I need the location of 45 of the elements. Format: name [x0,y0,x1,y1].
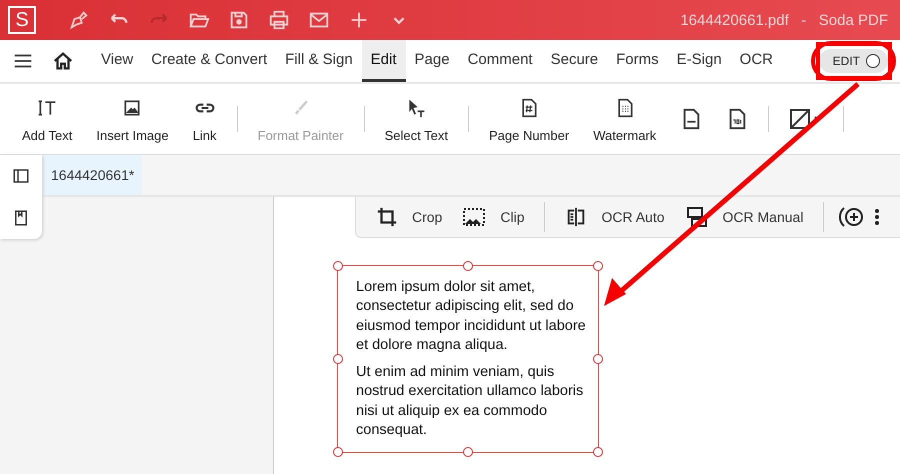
document-tab[interactable]: 1644420661* [43,155,142,195]
resize-handle[interactable] [593,354,603,364]
pen-icon[interactable] [68,9,90,31]
edit-toggle[interactable]: EDIT [818,49,888,73]
menu-tab[interactable]: Fill & Sign [276,40,362,82]
tool-button[interactable]: OCR Auto [559,205,671,229]
toolbar-button[interactable]: Add Text [12,96,82,142]
resize-handle[interactable] [333,261,343,271]
print-icon[interactable] [268,9,290,31]
panel-icon[interactable] [11,167,31,185]
split-page-icon [565,205,588,229]
menu-tab[interactable]: OCR [730,40,782,82]
overlapping-boxes-icon [684,205,709,229]
toolbar-button[interactable]: Page Number [478,96,580,142]
window-title: 1644420661.pdf - Soda PDF [680,12,888,28]
resize-handle[interactable] [463,261,473,271]
resize-handle[interactable] [593,261,603,271]
tool-button[interactable]: OCR Manual [678,205,810,229]
app-logo[interactable]: S [8,6,36,34]
toolbar-button[interactable]: Insert Image [86,96,179,142]
toolbar-button[interactable]: Watermark [583,96,666,142]
resize-handle[interactable] [463,447,473,458]
menu-tab[interactable]: Page [406,40,459,82]
crop-icon [376,206,398,228]
bookmark-icon[interactable] [12,209,30,227]
toolbar-button[interactable]: Link [182,96,227,142]
save-icon[interactable] [228,9,250,31]
resize-handle[interactable] [593,447,603,458]
menu-tab[interactable]: Edit [362,40,406,82]
resize-handle[interactable] [333,447,343,458]
clip-image-icon [462,207,486,227]
menu-tab[interactable]: Forms [607,40,668,82]
menu-tab[interactable]: E-Sign [668,40,731,82]
paragraph: Ut enim ad minim veniam, quis nostrud exercitation ullamco laboris nisi ut aliquip ex ea commodo consequat. [356,363,584,440]
menu-tab[interactable]: Create & Convert [142,40,276,82]
tool-button[interactable]: Crop [370,206,448,228]
toolbar-button[interactable]: Select Text [374,96,458,142]
menu-tab[interactable]: Comment [458,40,542,82]
paragraph: Lorem ipsum dolor sit amet, consectetur adipiscing elit, sed do eiusmod tempor incididunt ut labore et dolore magna aliqua. [356,278,587,355]
menu-tab[interactable]: View [92,40,142,82]
resize-handle[interactable] [333,354,343,364]
tool-button[interactable]: Clip [456,207,530,227]
menu-tab[interactable]: Secure [542,40,608,82]
home-icon[interactable] [52,50,74,72]
more-icon[interactable] [874,207,880,227]
